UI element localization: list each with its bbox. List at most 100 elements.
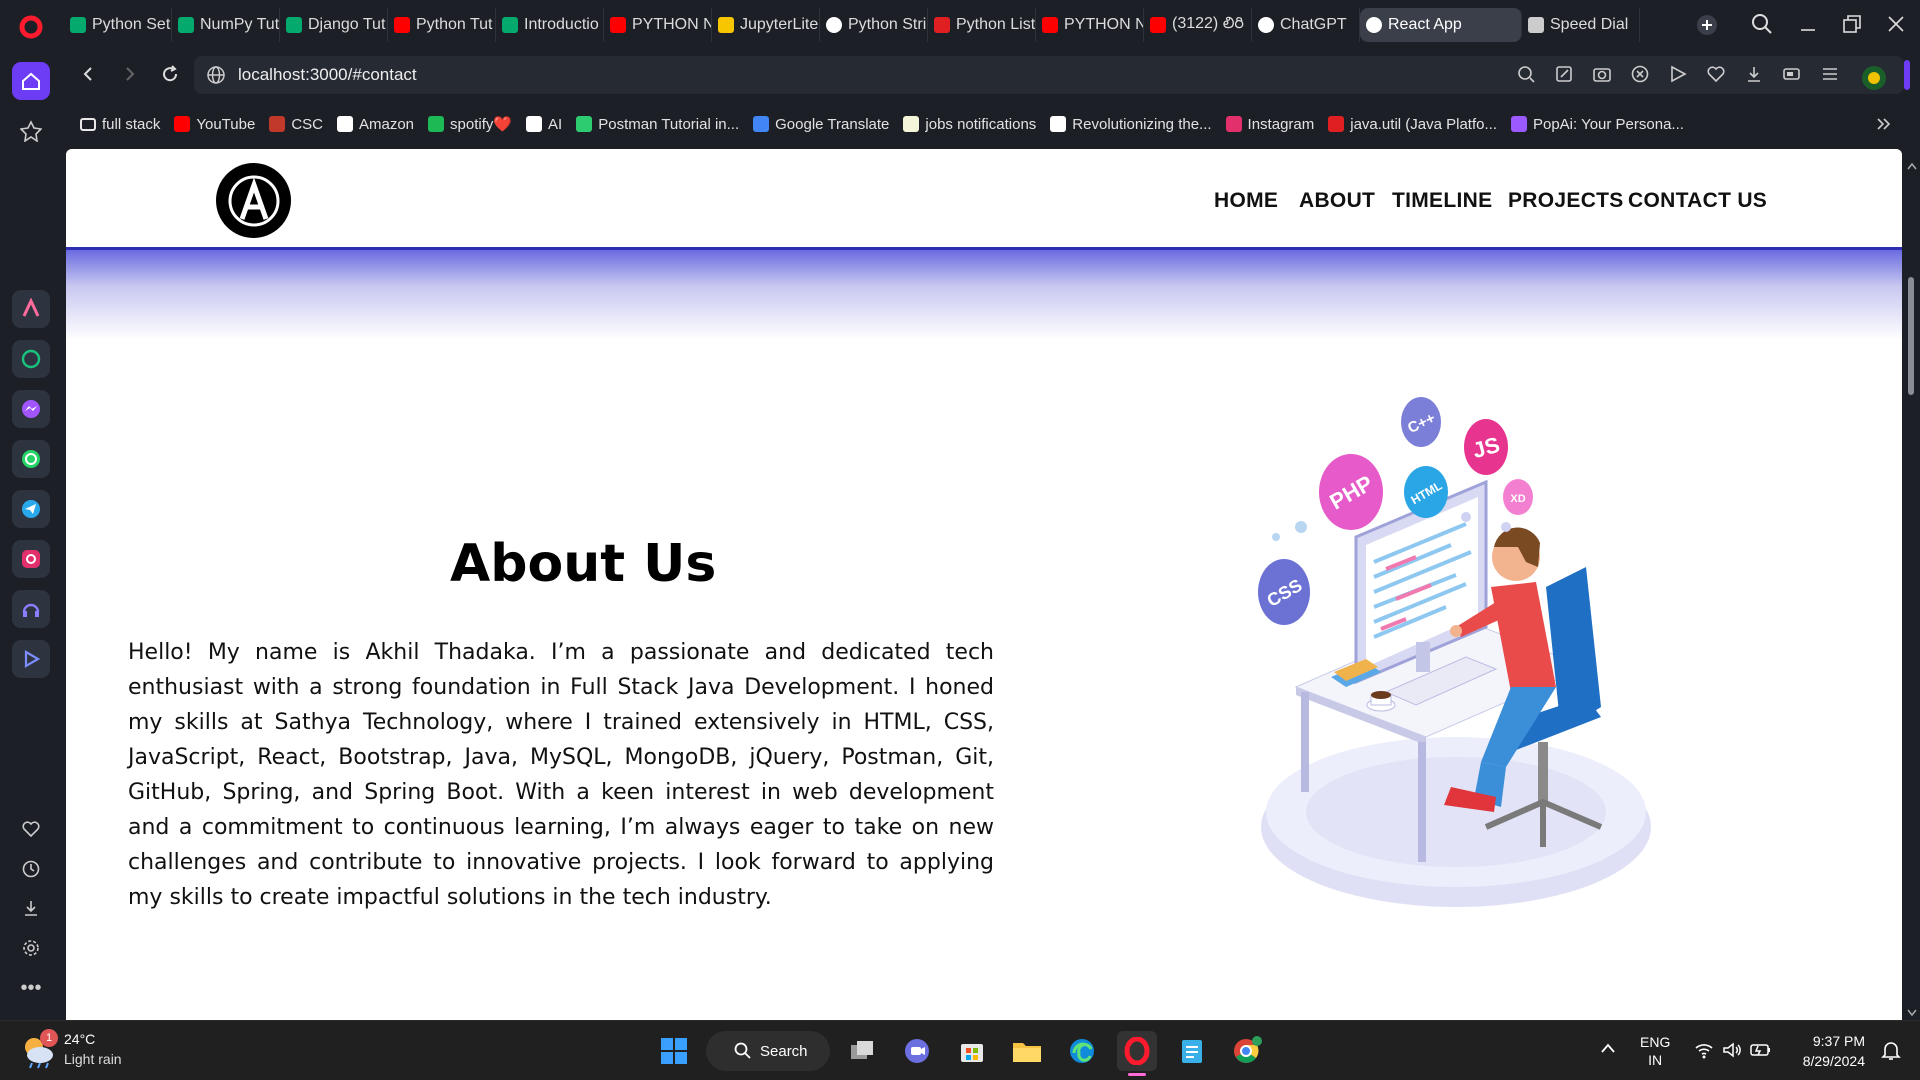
send-icon[interactable] bbox=[1668, 64, 1688, 97]
bookmark-label: AI bbox=[548, 115, 563, 133]
bookmark-label: full stack bbox=[102, 115, 161, 133]
bookmark-9[interactable]: Revolutionizing the... bbox=[1050, 116, 1212, 133]
lens-icon[interactable] bbox=[1516, 64, 1536, 97]
profile-avatar[interactable] bbox=[1858, 64, 1890, 97]
downloads-icon[interactable] bbox=[12, 889, 50, 927]
heart-icon[interactable] bbox=[12, 810, 50, 848]
tab-label: JupyterLite bbox=[740, 16, 819, 33]
taskbar-search[interactable]: Search bbox=[706, 1031, 830, 1071]
clock[interactable]: 9:37 PM 8/29/2024 bbox=[1785, 1031, 1865, 1071]
close-window-icon[interactable] bbox=[1884, 12, 1908, 41]
forward-icon[interactable] bbox=[120, 64, 140, 89]
teams-meet-icon[interactable] bbox=[897, 1031, 937, 1071]
file-explorer-icon[interactable] bbox=[1007, 1031, 1047, 1071]
tab-6[interactable]: JupyterLite bbox=[712, 8, 820, 42]
translate-icon bbox=[753, 116, 770, 132]
camera-icon[interactable] bbox=[1592, 64, 1612, 97]
bookmark-1[interactable]: YouTube bbox=[174, 116, 255, 133]
battery-icon bbox=[1750, 1044, 1770, 1056]
windows-taskbar: 1 24°C Light rain Search ENG IN 9:37 PM … bbox=[0, 1020, 1920, 1080]
tab-4[interactable]: Introductio bbox=[496, 8, 604, 42]
tab-0[interactable]: Python Set bbox=[64, 8, 172, 42]
nav-contact-us[interactable]: CONTACT US bbox=[1628, 189, 1767, 213]
easy-setup-icon[interactable] bbox=[1820, 64, 1840, 97]
bookmark-0[interactable]: full stack bbox=[80, 116, 160, 133]
chrome-icon[interactable] bbox=[1227, 1031, 1267, 1071]
show-hidden-icons-chevron-icon[interactable] bbox=[1600, 1041, 1616, 1060]
player-icon[interactable] bbox=[12, 640, 50, 678]
vercel-icon bbox=[934, 17, 950, 33]
sidebar-toggle[interactable] bbox=[1904, 60, 1910, 90]
whatsapp-icon[interactable] bbox=[12, 440, 50, 478]
bookmarks-bar: full stack YouTube CSC Amazon spotify❤️ AI Pos… bbox=[64, 100, 1920, 148]
url-text[interactable]: localhost:3000/#contact bbox=[238, 65, 417, 85]
adblock-icon[interactable] bbox=[1630, 64, 1650, 97]
minimize-icon[interactable] bbox=[1796, 12, 1820, 41]
nav-projects[interactable]: PROJECTS bbox=[1508, 189, 1624, 213]
tab-3[interactable]: Python Tut bbox=[388, 8, 496, 42]
bookmark-4[interactable]: spotify❤️ bbox=[428, 115, 512, 133]
history-icon[interactable] bbox=[12, 850, 50, 888]
download-icon[interactable] bbox=[1744, 64, 1764, 97]
tab-search-icon[interactable] bbox=[1750, 12, 1774, 41]
music-player-icon[interactable] bbox=[12, 590, 50, 628]
bookmark-2[interactable]: CSC bbox=[269, 116, 323, 133]
weather-widget[interactable]: 1 24°C Light rain bbox=[20, 1029, 160, 1073]
language-indicator[interactable]: ENG IN bbox=[1640, 1033, 1670, 1069]
reload-icon[interactable] bbox=[160, 64, 180, 89]
notification-bell-icon[interactable] bbox=[1880, 1039, 1902, 1066]
system-tray[interactable] bbox=[1694, 1041, 1772, 1059]
chatgpt-icon[interactable] bbox=[12, 340, 50, 378]
tab-5[interactable]: PYTHON N bbox=[604, 8, 712, 42]
nav-about[interactable]: ABOUT bbox=[1299, 189, 1375, 213]
bookmark-10[interactable]: Instagram bbox=[1225, 116, 1314, 133]
tab-1[interactable]: NumPy Tut bbox=[172, 8, 280, 42]
bookmark-7[interactable]: Google Translate bbox=[753, 116, 889, 133]
windows-start-icon[interactable] bbox=[654, 1031, 694, 1071]
opera-taskbar-icon[interactable] bbox=[1117, 1031, 1157, 1071]
restore-icon[interactable] bbox=[1840, 12, 1864, 41]
bookmark-3[interactable]: Amazon bbox=[336, 116, 414, 133]
tab-13[interactable]: Speed Dial bbox=[1522, 8, 1640, 42]
bookmark-5[interactable]: AI bbox=[526, 116, 562, 133]
back-icon[interactable] bbox=[78, 64, 98, 89]
site-info-globe-icon[interactable] bbox=[206, 65, 226, 90]
messenger-icon[interactable] bbox=[12, 390, 50, 428]
more-icon[interactable]: ••• bbox=[12, 969, 50, 1007]
bookmark-heart-icon[interactable] bbox=[1706, 64, 1726, 97]
bookmark-8[interactable]: jobs notifications bbox=[903, 116, 1036, 133]
tab-10[interactable]: (3122) లిరి bbox=[1144, 8, 1252, 42]
scrollbar-thumb[interactable] bbox=[1908, 277, 1914, 395]
telegram-icon[interactable] bbox=[12, 490, 50, 528]
scroll-up-arrow-icon[interactable] bbox=[1907, 157, 1917, 175]
tab-8[interactable]: Python List bbox=[928, 8, 1036, 42]
new-tab-plus-icon[interactable] bbox=[1690, 8, 1724, 42]
bookmarks-overflow-chevron-icon[interactable] bbox=[1874, 114, 1894, 139]
tab-label: Django Tut bbox=[308, 16, 386, 33]
bookmark-12[interactable]: PopAi: Your Persona... bbox=[1510, 116, 1684, 133]
page-scrollbar[interactable] bbox=[1902, 149, 1920, 1020]
aria-icon[interactable] bbox=[12, 290, 50, 328]
tab-9[interactable]: PYTHON N bbox=[1036, 8, 1144, 42]
site-logo[interactable] bbox=[216, 163, 291, 238]
bookmark-6[interactable]: Postman Tutorial in... bbox=[576, 116, 739, 133]
tab-11[interactable]: ChatGPT bbox=[1252, 8, 1360, 42]
home-icon[interactable] bbox=[12, 62, 50, 100]
battery-saver-icon[interactable] bbox=[1782, 64, 1802, 97]
edit-icon[interactable] bbox=[1554, 64, 1574, 97]
task-view-icon[interactable] bbox=[842, 1031, 882, 1071]
microsoft-store-icon[interactable] bbox=[952, 1031, 992, 1071]
nav-home[interactable]: HOME bbox=[1214, 189, 1278, 213]
instagram-icon[interactable] bbox=[12, 540, 50, 578]
opera-logo-icon[interactable] bbox=[12, 8, 50, 46]
tab-12[interactable]: React App bbox=[1360, 8, 1522, 42]
settings-gear-icon[interactable] bbox=[12, 929, 50, 967]
article-icon bbox=[1050, 116, 1067, 132]
tab-2[interactable]: Django Tut bbox=[280, 8, 388, 42]
notepad-icon[interactable] bbox=[1172, 1031, 1212, 1071]
nav-timeline[interactable]: TIMELINE bbox=[1392, 189, 1492, 213]
bookmark-11[interactable]: java.util (Java Platfo... bbox=[1328, 116, 1497, 133]
star-icon[interactable] bbox=[12, 112, 50, 150]
tab-7[interactable]: Python Stri bbox=[820, 8, 928, 42]
edge-icon[interactable] bbox=[1062, 1031, 1102, 1071]
